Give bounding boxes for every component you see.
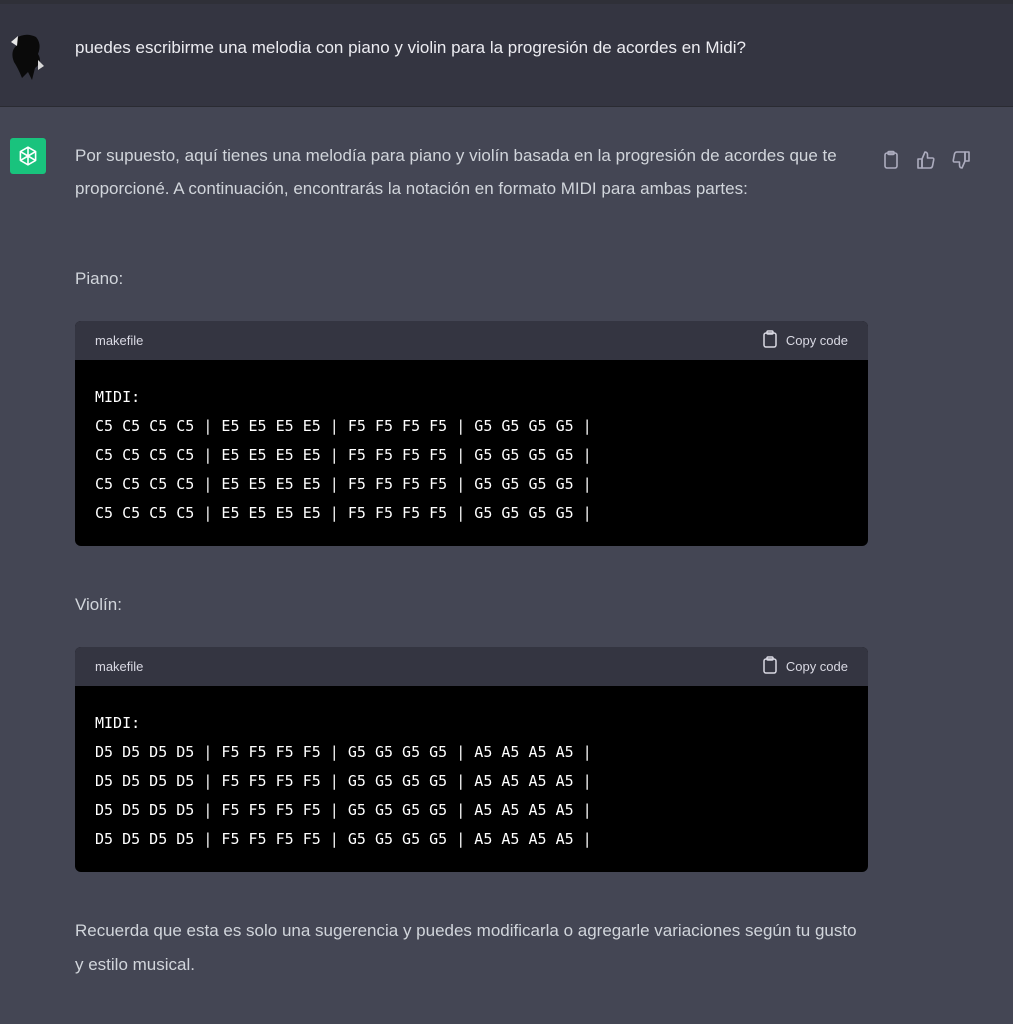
code-line: D5 D5 D5 D5 | F5 F5 F5 F5 | G5 G5 G5 G5 … <box>95 772 592 790</box>
code-content: MIDI: D5 D5 D5 D5 | F5 F5 F5 F5 | G5 G5 G… <box>75 686 868 872</box>
code-line: D5 D5 D5 D5 | F5 F5 F5 F5 | G5 G5 G5 G5 … <box>95 801 592 819</box>
code-block-header: makefile Copy code <box>75 647 868 686</box>
code-line: MIDI: <box>95 714 141 732</box>
code-content: MIDI: C5 C5 C5 C5 | E5 E5 E5 E5 | F5 F5 F… <box>75 360 868 546</box>
copy-code-label: Copy code <box>785 333 848 348</box>
assistant-intro: Por supuesto, aquí tienes una melodía pa… <box>75 139 868 205</box>
code-line: MIDI: <box>95 388 141 406</box>
code-line: D5 D5 D5 D5 | F5 F5 F5 F5 | G5 G5 G5 G5 … <box>95 830 592 848</box>
code-language-label: makefile <box>95 333 144 348</box>
code-line: D5 D5 D5 D5 | F5 F5 F5 F5 | G5 G5 G5 G5 … <box>95 743 592 761</box>
user-avatar <box>8 32 46 82</box>
user-message-row: puedes escribirme una melodia con piano … <box>0 4 1013 107</box>
code-block-violin: makefile Copy code MIDI: D5 D5 D5 D5 | F5… <box>75 647 868 872</box>
copy-code-label: Copy code <box>785 659 848 674</box>
violin-label: Violín: <box>75 595 122 614</box>
code-block-piano: makefile Copy code MIDI: C5 C5 C5 C5 | E5… <box>75 321 868 546</box>
assistant-outro-text: Recuerda que esta es solo una sugerencia… <box>75 921 857 974</box>
code-line: C5 C5 C5 C5 | E5 E5 E5 E5 | F5 F5 F5 F5 … <box>95 417 592 435</box>
code-language-label: makefile <box>95 659 144 674</box>
user-message-text: puedes escribirme una melodia con piano … <box>75 38 746 57</box>
clipboard-icon[interactable] <box>880 149 902 171</box>
copy-code-button[interactable]: Copy code <box>762 330 848 351</box>
code-line: C5 C5 C5 C5 | E5 E5 E5 E5 | F5 F5 F5 F5 … <box>95 504 592 522</box>
piano-label: Piano: <box>75 269 124 288</box>
thumbs-down-icon[interactable] <box>950 149 972 171</box>
clipboard-icon <box>762 330 778 351</box>
clipboard-icon <box>762 656 778 677</box>
copy-code-button[interactable]: Copy code <box>762 656 848 677</box>
assistant-intro-text: Por supuesto, aquí tienes una melodía pa… <box>75 146 837 198</box>
message-actions <box>880 149 972 171</box>
code-line: C5 C5 C5 C5 | E5 E5 E5 E5 | F5 F5 F5 F5 … <box>95 475 592 493</box>
openai-logo-icon <box>10 138 46 174</box>
thumbs-up-icon[interactable] <box>915 149 937 171</box>
code-line: C5 C5 C5 C5 | E5 E5 E5 E5 | F5 F5 F5 F5 … <box>95 446 592 464</box>
code-block-header: makefile Copy code <box>75 321 868 360</box>
